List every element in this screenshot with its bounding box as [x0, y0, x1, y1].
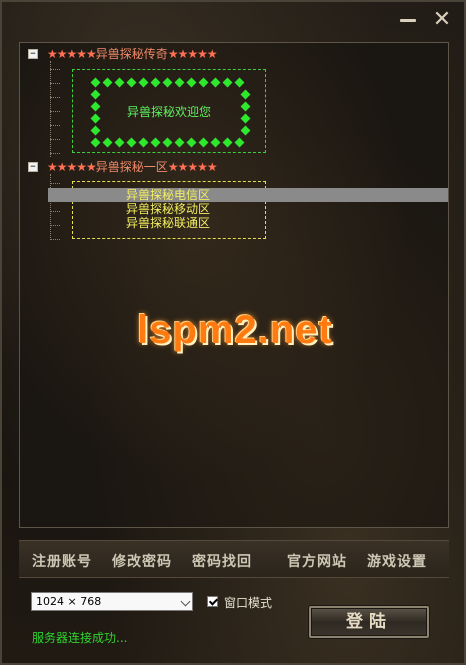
server-group-2[interactable]: ★★★★★异兽探秘一区★★★★★ [47, 160, 218, 174]
chevron-down-icon [180, 596, 191, 607]
login-button[interactable]: 登陆 [309, 606, 429, 638]
tree-branch [50, 239, 60, 240]
group-2-collapse-icon[interactable]: − [28, 162, 38, 172]
server-item-mobile[interactable]: 异兽探秘移动区 [48, 202, 448, 216]
register-link[interactable]: 注册账号 [32, 551, 92, 571]
recover-password-link[interactable]: 密码找回 [192, 551, 252, 571]
server-list-panel: − ★★★★★异兽探秘传奇★★★★★ 异兽探秘欢迎您 − ★★★★★异兽探秘一区… [19, 42, 449, 528]
star-icons: ★★★★★ [167, 160, 218, 174]
window-mode-checkbox[interactable] [207, 596, 218, 607]
group-2-name: 异兽探秘一区 [95, 160, 168, 174]
menu-bar: 注册账号 修改密码 密码找回 官方网站 游戏设置 [19, 540, 449, 578]
window-mode-label[interactable]: 窗口模式 [224, 594, 272, 611]
game-settings-link[interactable]: 游戏设置 [367, 551, 427, 571]
watermark: lspm2.net [137, 308, 333, 352]
server-item-telecom[interactable]: 异兽探秘电信区 [48, 188, 448, 202]
official-site-link[interactable]: 官方网站 [287, 551, 347, 571]
tree-line [50, 61, 51, 157]
server-name: 异兽探秘移动区 [126, 202, 211, 216]
tree-branch [50, 139, 60, 140]
welcome-text: 异兽探秘欢迎您 [126, 105, 211, 119]
group-1-name: 异兽探秘传奇 [95, 47, 168, 61]
server-name: 异兽探秘电信区 [126, 188, 211, 202]
minimize-icon[interactable] [400, 10, 418, 30]
tree-branch [50, 125, 60, 126]
resolution-value: 1024 × 768 [36, 595, 102, 608]
tree-branch [50, 97, 60, 98]
star-icons: ★★★★★ [167, 47, 218, 61]
star-icons: ★★★★★ [47, 160, 97, 174]
server-group-1[interactable]: ★★★★★异兽探秘传奇★★★★★ [47, 47, 218, 61]
group-1-collapse-icon[interactable]: − [28, 49, 38, 59]
server-name: 异兽探秘联通区 [126, 216, 211, 230]
tree-branch [50, 83, 60, 84]
launcher-window: ✕ − ★★★★★异兽探秘传奇★★★★★ 异兽探秘欢迎您 − ★★★★★异兽探秘… [0, 0, 466, 665]
star-icons: ★★★★★ [47, 47, 97, 61]
resolution-select[interactable]: 1024 × 768 [31, 592, 193, 611]
server-item-unicom[interactable]: 异兽探秘联通区 [48, 216, 448, 230]
change-password-link[interactable]: 修改密码 [112, 551, 172, 571]
close-icon[interactable]: ✕ [432, 9, 452, 31]
connection-status: 服务器连接成功... [32, 631, 128, 645]
tree-branch [50, 111, 60, 112]
tree-branch [50, 153, 60, 154]
tree-branch [50, 69, 60, 70]
tree-branch [50, 183, 60, 184]
